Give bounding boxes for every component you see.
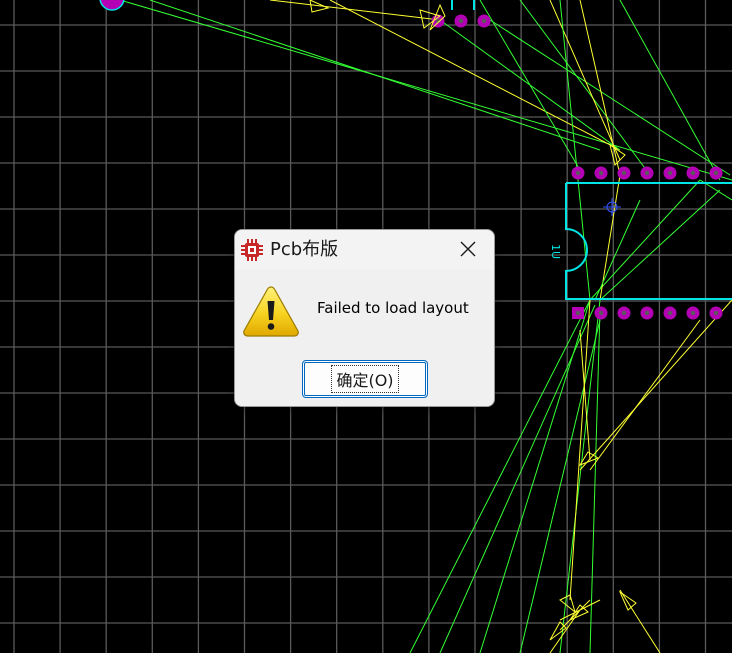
ratsnest-line xyxy=(589,309,601,653)
ratsnest-line xyxy=(589,319,701,471)
pad-hole xyxy=(598,310,604,316)
dialog-body: Failed to load layout 确定(O) xyxy=(235,270,494,406)
pad-hole xyxy=(621,170,627,176)
ratsnest-line xyxy=(559,299,601,653)
pad-hole xyxy=(690,310,696,316)
pad-hole xyxy=(481,18,487,24)
dialog-message: Failed to load layout xyxy=(317,299,469,317)
ratsnest-line xyxy=(619,589,661,653)
pad-hole xyxy=(644,310,650,316)
ratsnest-line xyxy=(149,0,601,151)
chip-icon xyxy=(241,239,263,261)
pad-hole xyxy=(458,18,464,24)
pad-hole xyxy=(667,170,673,176)
error-dialog: Pcb布版 Failed to load layout 确定(O) xyxy=(234,229,495,407)
pad-hole xyxy=(598,170,604,176)
ratsnest-line xyxy=(519,0,651,176)
component-origin-marker xyxy=(603,198,621,216)
pad-hole xyxy=(713,170,719,176)
pad-hole xyxy=(644,170,650,176)
ratsnest-line xyxy=(489,19,731,176)
pad-hole xyxy=(667,310,673,316)
pad-partial xyxy=(99,0,125,11)
ok-button[interactable]: 确定(O) xyxy=(302,360,428,398)
ratsnest-line xyxy=(569,299,591,601)
ratsnest-line xyxy=(479,299,591,653)
ratsnest-line xyxy=(269,0,441,21)
close-button[interactable] xyxy=(442,230,494,268)
component-outline xyxy=(565,182,732,300)
component-ref-label: 1U xyxy=(549,244,562,259)
component-u1[interactable]: 1U xyxy=(549,182,732,300)
pad-hole xyxy=(713,310,719,316)
ratsnest-line xyxy=(594,199,641,301)
pad-hole xyxy=(690,170,696,176)
ok-button-label: 确定(O) xyxy=(331,365,399,393)
pad-hole xyxy=(575,310,581,316)
close-icon xyxy=(460,241,476,257)
ratsnest-line xyxy=(589,179,701,301)
pad-hole xyxy=(621,310,627,316)
warning-icon xyxy=(242,285,300,337)
ratsnest-line xyxy=(579,0,621,176)
dialog-titlebar[interactable]: Pcb布版 xyxy=(235,230,494,270)
pad-hole xyxy=(575,170,581,176)
ratsnest-line xyxy=(579,299,732,471)
dialog-title: Pcb布版 xyxy=(270,239,339,260)
